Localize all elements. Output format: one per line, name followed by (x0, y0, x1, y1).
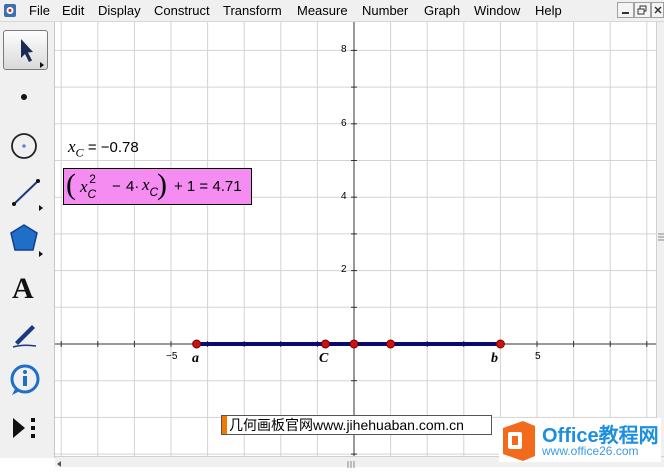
point-label-a[interactable]: a (192, 351, 199, 367)
site-watermark: 几何画板官网www.jihehuaban.com.cn (221, 415, 492, 435)
text-tool[interactable]: A (3, 267, 48, 307)
polygon-tool-icon (10, 224, 43, 257)
restore-icon (637, 5, 647, 15)
xc-subscript: C (75, 145, 84, 160)
site-watermark-text: 几何画板官网www.jihehuaban.com.cn (229, 417, 464, 433)
custom-tools-icon (13, 418, 35, 438)
menu-file[interactable]: File (29, 3, 50, 19)
close-paren: ) (157, 168, 167, 201)
menu-construct[interactable]: Construct (154, 3, 210, 19)
close-icon (654, 6, 662, 14)
xc-value: = −0.78 (87, 139, 139, 156)
y-tick-label-8: 8 (341, 44, 347, 55)
point-origin[interactable] (349, 339, 359, 349)
point-label-b[interactable]: b (491, 351, 498, 367)
office-watermark-url: www.office26.com (542, 444, 639, 458)
toolbox: A (0, 22, 55, 458)
sketchpad-app-icon (4, 4, 16, 17)
expr-term1: xC2 (80, 172, 97, 201)
point-b[interactable] (495, 339, 505, 349)
select-arrow-tool[interactable] (3, 30, 48, 70)
menu-measure[interactable]: Measure (297, 3, 348, 19)
point-c[interactable] (320, 339, 330, 349)
polygon-tool[interactable] (3, 218, 48, 258)
vertical-scroll-grip-icon (658, 233, 664, 241)
point-tool[interactable] (3, 77, 48, 117)
y-tick-label-2: 2 (341, 264, 347, 275)
minimize-icon (622, 12, 629, 14)
menu-graph[interactable]: Graph (424, 3, 460, 19)
marker-tool-icon (12, 325, 37, 348)
menu-help[interactable]: Help (535, 3, 562, 19)
custom-tools[interactable] (3, 408, 48, 448)
office-logo-icon (503, 421, 535, 461)
expr-result: + 1 = 4.71 (174, 178, 242, 195)
minimize-button[interactable] (617, 2, 634, 18)
close-button[interactable] (651, 2, 664, 18)
expr-minus: − (112, 178, 121, 195)
vertical-scrollbar[interactable] (656, 22, 664, 456)
xc-variable: x (68, 137, 76, 156)
segment-ab[interactable] (192, 339, 505, 349)
menu-number[interactable]: Number (362, 3, 408, 19)
calculation-result-box[interactable]: ( xC2 − 4· xC ) + 1 = 4.71 (63, 168, 252, 205)
point-unit[interactable] (386, 339, 396, 349)
straightedge-tool-icon (12, 179, 43, 211)
y-tick-label-6: 6 (341, 118, 347, 129)
text-tool-icon: A (12, 272, 34, 305)
information-tool-icon (10, 364, 40, 395)
expr-term2: xC (142, 175, 159, 199)
information-tool[interactable] (3, 360, 48, 400)
menu-transform[interactable]: Transform (223, 3, 282, 19)
y-tick-label-4: 4 (341, 191, 347, 202)
xc-measurement[interactable]: xC = −0.78 (68, 137, 139, 160)
restore-button[interactable] (634, 2, 651, 18)
menu-edit[interactable]: Edit (62, 3, 84, 19)
compass-tool-icon (11, 133, 37, 159)
x-tick-label-5: 5 (535, 351, 541, 362)
menu-window[interactable]: Window (474, 3, 520, 19)
arrow-select-icon (21, 39, 44, 68)
office-watermark: Office教程网 www.office26.com (499, 418, 661, 462)
point-a[interactable] (192, 339, 202, 349)
compass-tool[interactable] (3, 126, 48, 166)
menu-display[interactable]: Display (98, 3, 141, 19)
open-paren: ( (66, 168, 76, 201)
menu-bar: File Edit Display Construct Transform Me… (0, 0, 664, 22)
text-tool-glyph: A (12, 272, 34, 305)
marker-tool[interactable] (3, 314, 48, 354)
straightedge-tool[interactable] (3, 172, 48, 212)
point-label-c[interactable]: C (319, 351, 328, 367)
expr-coef: 4· (126, 178, 140, 195)
x-tick-label-neg5: −5 (166, 351, 178, 362)
point-tool-icon (21, 94, 27, 100)
watermark-accent-bar (222, 416, 227, 434)
sketch-canvas[interactable] (55, 22, 656, 456)
